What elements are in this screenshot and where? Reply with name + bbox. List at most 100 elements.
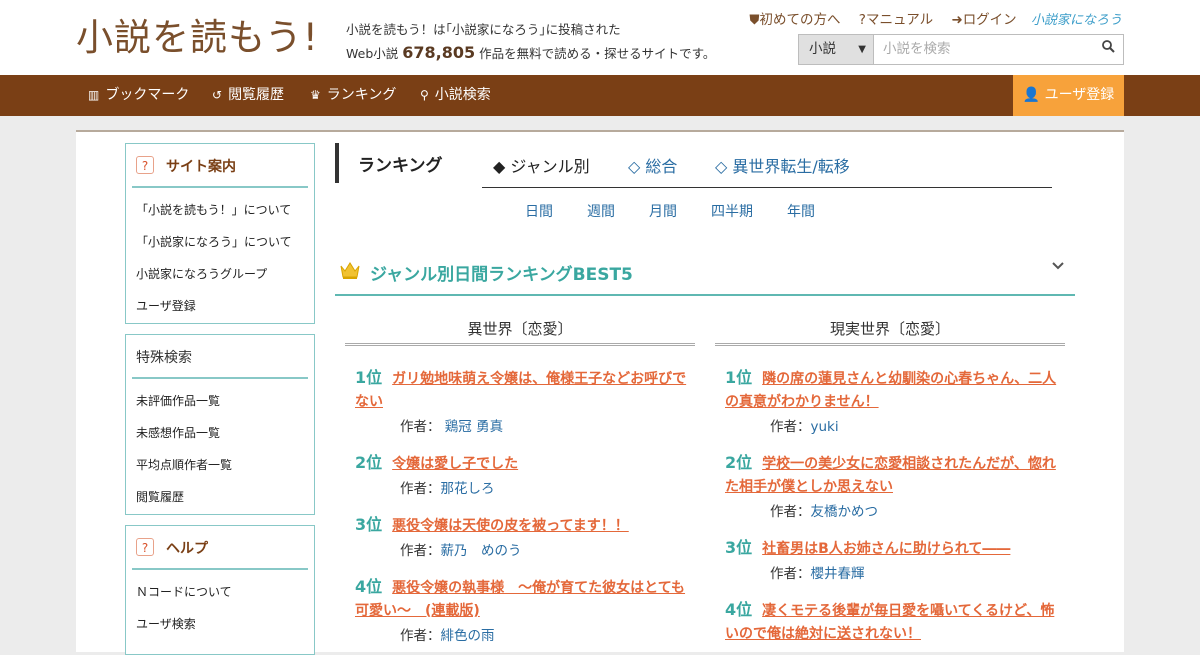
help-title: ヘルプ bbox=[166, 541, 208, 557]
rank-number: 2位 bbox=[725, 453, 753, 472]
question-icon: ? bbox=[858, 12, 866, 28]
ranking-heading-bar bbox=[335, 143, 339, 183]
best5-title: ジャンル別日間ランキングBEST5 bbox=[370, 265, 633, 285]
period-daily[interactable]: 日間 bbox=[525, 201, 553, 221]
work-title-link[interactable]: 凄くモテる後輩が毎日愛を囁いてくるけど、怖いので俺は絶対に送されない！ bbox=[725, 603, 1054, 642]
list-item: 1位 隣の席の蓮見さんと幼馴染の心春ちゃん、二人の真意がわかりません！ 作者：yu… bbox=[725, 364, 1060, 438]
sidebar-item-history[interactable]: 閲覧履歴 bbox=[126, 481, 314, 513]
tagline-prefix: Web小説 bbox=[346, 46, 399, 61]
ranking-column-real-romance: 現実世界〔恋愛〕 bbox=[715, 318, 1065, 346]
tab-isekai[interactable]: ◇ 異世界転生/転移 bbox=[715, 153, 850, 177]
help-question-icon: ? bbox=[136, 538, 154, 556]
author-line: 作者：櫻井春輝 bbox=[770, 566, 865, 582]
author-line: 作者：友橋かめつ bbox=[770, 504, 879, 520]
nav-ranking[interactable]: ♛ ランキング bbox=[310, 75, 396, 116]
caret-down-icon: ▼ bbox=[858, 44, 866, 55]
rank-number: 3位 bbox=[725, 538, 753, 557]
narou-logo[interactable]: 小説家になろう bbox=[1031, 13, 1122, 28]
bookmark-icon: ▥ bbox=[88, 88, 100, 102]
sidebar-item-about-yomou[interactable]: 「小説を読もう！」について bbox=[126, 194, 314, 226]
search-icon: ⚲ bbox=[420, 88, 429, 102]
ranking-column-isekai-romance: 異世界〔恋愛〕 bbox=[345, 318, 695, 346]
help-box: ? ヘルプ Ｎコードについて ユーザ検索 bbox=[125, 525, 315, 655]
sidebar-item-ncode[interactable]: Ｎコードについて bbox=[126, 576, 314, 608]
ranking-title: ランキング bbox=[358, 156, 443, 176]
period-weekly[interactable]: 週間 bbox=[587, 201, 615, 221]
period-monthly[interactable]: 月間 bbox=[649, 201, 677, 221]
period-yearly[interactable]: 年間 bbox=[787, 201, 815, 221]
work-title-link[interactable]: 社畜男はB人お姉さんに助けられて―― bbox=[762, 541, 1010, 557]
chevron-down-icon[interactable] bbox=[1051, 259, 1065, 275]
author-link[interactable]: 薪乃 めのう bbox=[441, 543, 522, 559]
sidebar-item-user-register[interactable]: ユーザ登録 bbox=[126, 290, 314, 322]
header-links: ⛊初めての方へ ?マニュアル ➜ログイン 小説家になろう bbox=[735, 8, 1122, 28]
nav-bookmark[interactable]: ▥ ブックマーク bbox=[88, 75, 189, 116]
login-link[interactable]: ➜ログイン bbox=[951, 12, 1016, 28]
sidebar-item-user-search[interactable]: ユーザ検索 bbox=[126, 608, 314, 640]
rank-number: 1位 bbox=[725, 368, 753, 387]
shield-icon: ⛊ bbox=[749, 12, 760, 28]
list-item: 1位 ガリ勉地味萌え令嬢は、俺様王子などお呼びでない 作者： 鶏冠 勇真 bbox=[355, 364, 690, 438]
rank-number: 3位 bbox=[355, 515, 383, 534]
tab-genre[interactable]: ◆ ジャンル別 bbox=[493, 153, 590, 177]
tab-overall[interactable]: ◇ 総合 bbox=[628, 153, 677, 177]
sidebar-item-unrated[interactable]: 未評価作品一覧 bbox=[126, 385, 314, 417]
work-title-link[interactable]: 隣の席の蓮見さんと幼馴染の心春ちゃん、二人の真意がわかりません！ bbox=[725, 371, 1056, 410]
tagline-line1: 小説を読もう！は｢小説家になろう｣に投稿された bbox=[346, 22, 621, 37]
rank-number: 1位 bbox=[355, 368, 383, 387]
period-quarterly[interactable]: 四半期 bbox=[711, 201, 753, 221]
manual-link[interactable]: ?マニュアル bbox=[859, 12, 933, 28]
work-title-link[interactable]: ガリ勉地味萌え令嬢は、俺様王子などお呼びでない bbox=[355, 371, 686, 410]
list-item: 4位 凄くモテる後輩が毎日愛を囁いてくるけど、怖いので俺は絶対に送されない！ bbox=[725, 596, 1060, 646]
help-question-icon: ? bbox=[136, 156, 154, 174]
site-guide-box: ? サイト案内 「小説を読もう！」について 「小説家になろう」について 小説家に… bbox=[125, 143, 315, 324]
sidebar-item-narou-group[interactable]: 小説家になろうグループ bbox=[126, 258, 314, 290]
column-title: 異世界〔恋愛〕 bbox=[345, 318, 695, 346]
rank-number: 2位 bbox=[355, 453, 383, 472]
special-search-title: 特殊検索 bbox=[136, 350, 192, 366]
site-header: 小説を読もう! 小説を読もう！は｢小説家になろう｣に投稿された Web小説 67… bbox=[0, 0, 1200, 75]
history-icon: ↺ bbox=[212, 88, 223, 102]
author-link[interactable]: 友橋かめつ bbox=[811, 504, 879, 520]
author-link[interactable]: 那花しろ bbox=[441, 481, 495, 497]
work-title-link[interactable]: 悪役令嬢の執事様 ～俺が育てた彼女はとても可愛い～ (連載版) bbox=[355, 580, 685, 619]
author-line: 作者：緋色の雨 bbox=[400, 628, 495, 644]
best5-header[interactable]: ジャンル別日間ランキングBEST5 bbox=[335, 253, 1075, 296]
site-guide-title: サイト案内 bbox=[166, 159, 236, 175]
work-title-link[interactable]: 学校一の美少女に恋愛相談されたんだが、惚れた相手が僕としか思えない bbox=[725, 456, 1056, 495]
author-link[interactable]: 緋色の雨 bbox=[441, 628, 495, 644]
beginner-link[interactable]: ⛊初めての方へ bbox=[749, 12, 840, 28]
sidebar-item-no-review[interactable]: 未感想作品一覧 bbox=[126, 417, 314, 449]
author-line: 作者：yuki bbox=[770, 419, 839, 435]
help-header: ? ヘルプ bbox=[132, 526, 308, 570]
site-logo[interactable]: 小説を読もう! bbox=[76, 14, 319, 62]
special-search-header: 特殊検索 bbox=[132, 335, 308, 379]
search-category-select[interactable]: 小説 ▼ bbox=[799, 35, 874, 64]
work-title-link[interactable]: 令嬢は愛し子でした bbox=[392, 456, 518, 472]
user-register-button[interactable]: 👤 ユーザ登録 bbox=[1013, 75, 1124, 116]
site-tagline: 小説を読もう！は｢小説家になろう｣に投稿された Web小説 678,805 作品… bbox=[346, 18, 715, 65]
tagline-line2: Web小説 678,805 作品を無料で読める・探せるサイトです。 bbox=[346, 41, 715, 65]
work-title-link[interactable]: 悪役令嬢は天使の皮を被ってます！！ bbox=[392, 518, 629, 534]
tagline-suffix: 作品を無料で読める・探せるサイトです。 bbox=[479, 46, 716, 61]
site-guide-header: ? サイト案内 bbox=[132, 144, 308, 188]
crown-icon bbox=[339, 260, 361, 284]
list-item: 4位 悪役令嬢の執事様 ～俺が育てた彼女はとても可愛い～ (連載版) 作者：緋色の… bbox=[355, 573, 690, 647]
search-box: 小説 ▼ 小説を検索 bbox=[798, 34, 1124, 65]
list-item: 3位 悪役令嬢は天使の皮を被ってます！！ 作者：薪乃 めのう bbox=[355, 511, 690, 562]
author-link[interactable]: yuki bbox=[811, 419, 839, 435]
login-icon: ➜ bbox=[951, 12, 963, 28]
search-icon[interactable] bbox=[1102, 35, 1115, 64]
nav-novel-search[interactable]: ⚲ 小説検索 bbox=[420, 75, 491, 116]
sidebar-item-about-narou[interactable]: 「小説家になろう」について bbox=[126, 226, 314, 258]
crown-icon: ♛ bbox=[310, 88, 321, 102]
author-link[interactable]: 鶏冠 勇真 bbox=[445, 419, 503, 435]
author-link[interactable]: 櫻井春輝 bbox=[811, 566, 865, 582]
nav-history[interactable]: ↺ 閲覧履歴 bbox=[212, 75, 284, 116]
list-item: 3位 社畜男はB人お姉さんに助けられて―― 作者：櫻井春輝 bbox=[725, 534, 1060, 585]
list-item: 2位 令嬢は愛し子でした 作者：那花しろ bbox=[355, 449, 690, 500]
sidebar-item-avg-authors[interactable]: 平均点順作者一覧 bbox=[126, 449, 314, 481]
rank-number: 4位 bbox=[355, 577, 383, 596]
search-input[interactable]: 小説を検索 bbox=[883, 35, 951, 64]
special-search-box: 特殊検索 未評価作品一覧 未感想作品一覧 平均点順作者一覧 閲覧履歴 bbox=[125, 334, 315, 515]
